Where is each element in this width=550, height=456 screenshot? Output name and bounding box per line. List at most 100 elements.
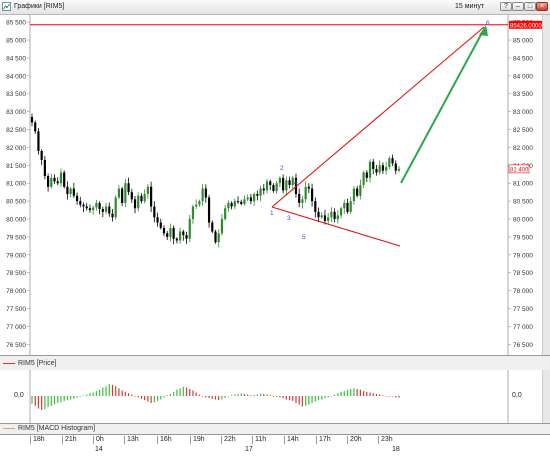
candle-body: [246, 197, 249, 200]
close-button[interactable]: ×: [536, 2, 548, 11]
price-scrollbar[interactable]: [542, 15, 550, 355]
macd-bar: [282, 396, 284, 399]
price-legend-label: RIM5 [Price]: [18, 360, 57, 367]
candle-body: [95, 202, 98, 208]
day-label: 14: [95, 446, 103, 453]
candle-body: [53, 177, 56, 182]
macd-bar: [263, 393, 265, 396]
candle-body: [59, 172, 63, 184]
right-tick-label: 76 500: [513, 342, 533, 349]
candle-body: [46, 176, 50, 187]
macd-zero-label-left: 0,0: [14, 392, 24, 399]
candle-body: [265, 181, 269, 191]
candle-body: [233, 201, 236, 207]
candle-body: [275, 183, 278, 192]
macd-bar: [50, 396, 52, 406]
candle-body: [127, 183, 130, 193]
macd-bar: [285, 396, 287, 400]
macd-bar: [243, 393, 246, 396]
candle-body: [72, 188, 75, 196]
candle-body: [146, 186, 149, 194]
help-button[interactable]: ?: [500, 2, 512, 11]
macd-bar: [189, 389, 191, 396]
macd-bar: [337, 393, 339, 396]
macd-bar: [305, 396, 307, 406]
candle-body: [133, 199, 137, 209]
candle-body: [304, 186, 307, 200]
right-tick-label: 78 000: [513, 288, 533, 295]
macd-bar: [214, 396, 217, 400]
macd-bar: [343, 391, 345, 396]
candle-body: [207, 197, 211, 223]
candle-body: [278, 177, 281, 184]
panel-divider-2[interactable]: [0, 423, 550, 424]
time-tick: 18h: [30, 436, 45, 444]
macd-bar: [395, 396, 397, 398]
upper-trendline: [271, 26, 485, 208]
candle-body: [85, 206, 88, 209]
candle-body: [307, 186, 310, 189]
macd-bar: [288, 396, 291, 401]
macd-bar: [317, 396, 320, 401]
candle-body: [50, 177, 53, 187]
macd-bar: [240, 393, 242, 396]
macd-bar: [253, 394, 255, 396]
candle-body: [346, 202, 349, 212]
left-tick-label: 82 000: [6, 145, 26, 152]
candle-body: [101, 208, 104, 212]
candle-body: [253, 193, 256, 202]
macd-bar: [202, 396, 204, 397]
macd-bar: [34, 396, 36, 406]
candle-body: [108, 206, 111, 214]
right-tick-label: 84 000: [513, 73, 533, 80]
candle-body: [137, 195, 140, 209]
wave-label-5: 5: [302, 234, 306, 241]
price-chart[interactable]: 85 50085 50085 00085 00084 50084 50084 0…: [0, 15, 550, 355]
candle-body: [124, 183, 127, 203]
macd-bar: [31, 396, 33, 404]
macd-bar: [346, 389, 349, 396]
macd-bar: [173, 391, 175, 396]
candle-body: [191, 206, 195, 219]
candle-body: [259, 188, 262, 196]
candle-body: [256, 193, 259, 196]
right-tick-label: 78 500: [513, 270, 533, 277]
candle-body: [327, 217, 330, 221]
macd-legend-label: RIM5 [MACD Histogram]: [18, 425, 96, 432]
macd-histogram[interactable]: [0, 370, 550, 423]
candle-body: [220, 219, 224, 234]
candle-body: [378, 165, 381, 173]
panel-divider[interactable]: [0, 355, 550, 356]
macd-scrollbar[interactable]: [542, 370, 550, 423]
candle-body: [240, 201, 243, 204]
time-tick: 19h: [190, 436, 205, 444]
macd-bar: [105, 386, 107, 396]
candle-body: [178, 231, 182, 241]
candle-body: [352, 188, 356, 202]
macd-bar: [266, 394, 268, 396]
maximize-button[interactable]: □: [524, 2, 536, 11]
macd-bar: [192, 390, 194, 396]
macd-bar: [89, 393, 91, 396]
macd-bar: [334, 394, 336, 396]
macd-bar: [362, 391, 365, 396]
macd-bar: [131, 394, 133, 396]
macd-bar: [86, 394, 88, 396]
macd-bar: [147, 396, 149, 402]
macd-bar: [234, 394, 236, 396]
macd-panel[interactable]: 0,0 0,0: [0, 370, 550, 423]
minimize-button[interactable]: –: [512, 2, 524, 11]
macd-bar: [269, 395, 271, 396]
macd-bar: [279, 396, 281, 398]
right-tick-label: 83 500: [513, 91, 533, 98]
macd-bar: [44, 396, 46, 410]
wave-label-4: 4: [294, 180, 298, 187]
wave-label-3: 3: [287, 215, 291, 222]
price-chart-panel[interactable]: 85 50085 50085 00085 00084 50084 50084 0…: [0, 15, 550, 355]
macd-bar: [382, 395, 384, 396]
macd-bar: [137, 396, 139, 398]
time-tick: 17h: [316, 436, 331, 444]
candle-body: [285, 180, 288, 191]
candle-body: [143, 193, 146, 202]
macd-bar: [353, 388, 355, 396]
